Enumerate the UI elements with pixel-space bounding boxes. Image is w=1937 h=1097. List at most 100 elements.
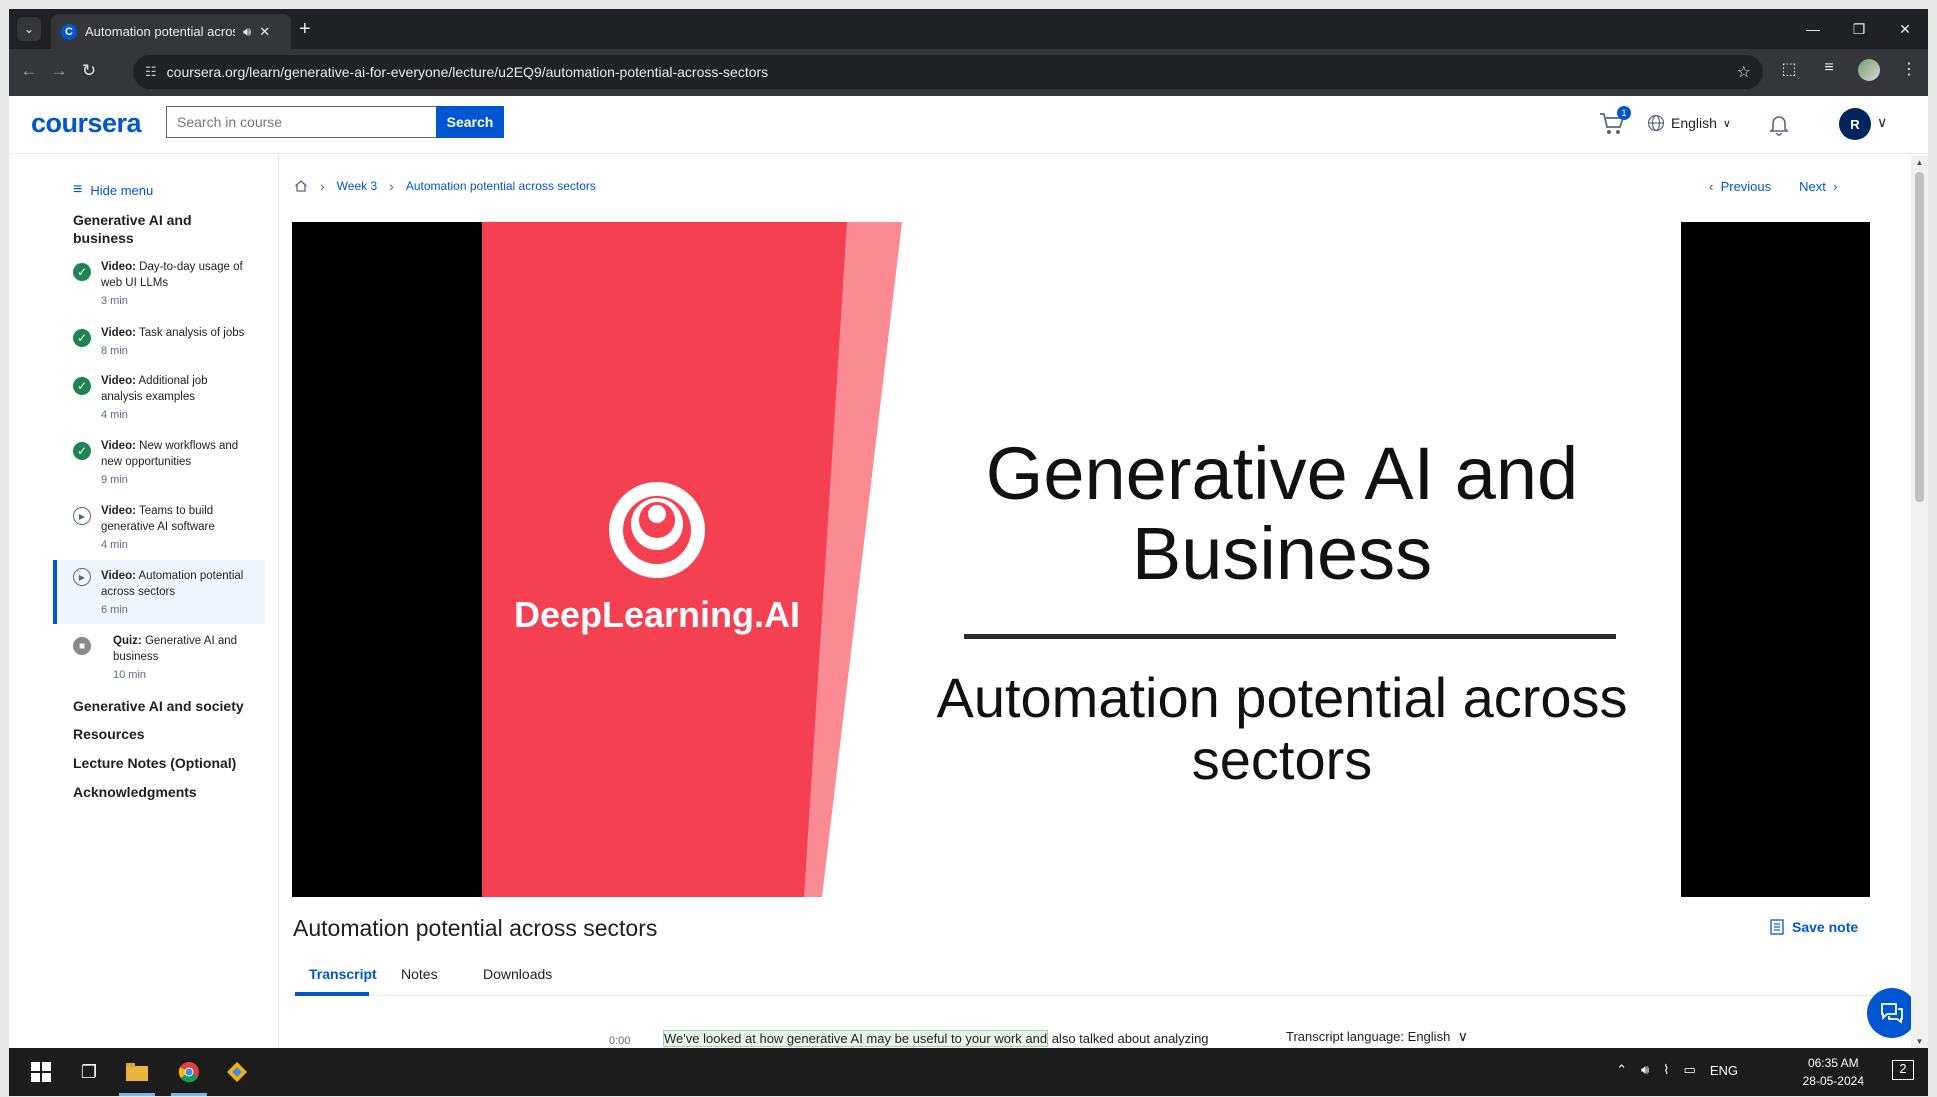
task-view-icon[interactable]: ❐ xyxy=(73,1056,105,1088)
browser-tab-active[interactable]: C Automation potential acros 🔊︎ ✕ xyxy=(51,14,291,49)
profile-avatar-icon[interactable] xyxy=(1858,59,1880,81)
pinned-app-icon[interactable] xyxy=(221,1056,253,1088)
scrollbar-thumb[interactable] xyxy=(1915,172,1924,502)
sidebar-item-day-to-day-usage[interactable]: ✓ Video: Day-to-day usage of web UI LLMs… xyxy=(53,259,265,311)
back-arrow-icon[interactable]: ← xyxy=(17,61,41,81)
chevron-down-icon: ∨ xyxy=(1453,1028,1469,1044)
coursera-favicon-icon: C xyxy=(61,23,77,40)
reload-icon[interactable]: ↻ xyxy=(77,61,101,81)
volume-icon[interactable]: 🔊︎ xyxy=(1641,1062,1649,1078)
save-note-button[interactable]: Save note xyxy=(1770,919,1858,935)
restore-icon[interactable]: ❐ xyxy=(1836,9,1882,49)
site-header: coursera Search 1 English ∨ R xyxy=(9,96,1928,154)
chat-assistant-button[interactable] xyxy=(1867,988,1917,1038)
completed-check-icon: ✓ xyxy=(73,263,91,281)
media-control-icon[interactable]: ≡ xyxy=(1818,59,1840,81)
list-item: Video: Additional job analysis examples 4… xyxy=(101,375,208,421)
list-item: Video: Day-to-day usage of web UI LLMs 3 … xyxy=(101,261,243,307)
course-sidebar: ≡ Hide menu Generative AI and business ✓… xyxy=(9,155,279,1048)
site-info-icon[interactable]: ☷ xyxy=(145,64,157,80)
sidebar-item-new-workflows[interactable]: ✓ Video: New workflows and new opportuni… xyxy=(53,438,265,490)
bookmark-star-icon[interactable]: ☆ xyxy=(1737,62,1751,82)
module-title[interactable]: Generative AI and business xyxy=(73,211,213,247)
module-resources[interactable]: Resources xyxy=(73,725,145,743)
battery-icon[interactable]: ▭ xyxy=(1684,1062,1696,1078)
scroll-up-icon[interactable]: ▲ xyxy=(1911,158,1928,167)
tab-downloads[interactable]: Downloads xyxy=(483,966,552,982)
speaker-icon[interactable]: 🔊︎ xyxy=(243,24,251,40)
sidebar-item-automation-potential[interactable]: ▶ Video: Automation potential across sec… xyxy=(53,560,265,624)
deeplearning-brand-text: DeepLearning.AI xyxy=(513,594,801,635)
completed-check-icon: ✓ xyxy=(73,377,91,395)
next-button[interactable]: Next › xyxy=(1799,179,1837,194)
play-circle-icon: ▶ xyxy=(73,507,91,525)
active-app-indicator xyxy=(171,1093,207,1096)
completed-check-icon: ✓ xyxy=(73,442,91,460)
sidebar-item-task-analysis[interactable]: ✓ Video: Task analysis of jobs 8 min xyxy=(53,325,265,361)
video-player[interactable]: DeepLearning.AI Generative AI and Busine… xyxy=(292,222,1870,897)
tab-strip: ⌄ C Automation potential acros 🔊︎ ✕ + — … xyxy=(9,9,1928,49)
completed-check-icon: ✓ xyxy=(73,329,91,347)
save-note-label: Save note xyxy=(1792,919,1859,935)
wifi-icon[interactable]: ⌇ xyxy=(1663,1062,1669,1078)
lecture-tabs: Transcript Notes Downloads xyxy=(293,956,1879,996)
breadcrumb-lecture[interactable]: Automation potential across sectors xyxy=(406,179,596,193)
transcript-timestamp[interactable]: 0:00 xyxy=(609,1035,630,1047)
browser-toolbar: ← → ↻ ☷ coursera.org/learn/generative-ai… xyxy=(9,49,1928,96)
module-acknowledgments[interactable]: Acknowledgments xyxy=(73,783,197,801)
chevron-down-icon: ∨ xyxy=(1722,117,1731,130)
minimize-icon[interactable]: — xyxy=(1790,9,1836,49)
globe-icon xyxy=(1647,114,1665,132)
transcript-language-label: Transcript language: xyxy=(1286,1029,1405,1044)
chrome-icon[interactable] xyxy=(173,1056,205,1088)
taskbar-clock[interactable]: 06:35 AM 28-05-2024 xyxy=(1803,1054,1864,1090)
kebab-menu-icon[interactable]: ⋮ xyxy=(1898,59,1920,81)
list-item: Video: Teams to build generative AI soft… xyxy=(101,505,215,551)
scroll-down-icon[interactable]: ▼ xyxy=(1911,1037,1928,1046)
new-tab-button[interactable]: + xyxy=(299,19,311,39)
address-bar[interactable]: ☷ coursera.org/learn/generative-ai-for-e… xyxy=(133,55,1763,89)
input-language[interactable]: ENG xyxy=(1710,1063,1738,1078)
coursera-logo[interactable]: coursera xyxy=(31,108,142,139)
system-tray: ⌃ 🔊︎ ⌇ ▭ ENG xyxy=(1616,1062,1738,1078)
home-icon[interactable] xyxy=(294,179,308,193)
search-button[interactable]: Search xyxy=(436,106,504,138)
transcript-line[interactable]: 0:00 We've looked at how generative AI m… xyxy=(609,1030,1209,1047)
play-circle-icon: ▶ xyxy=(73,568,91,586)
coursera-page: coursera Search 1 English ∨ R xyxy=(9,96,1928,1048)
user-avatar[interactable]: R xyxy=(1839,108,1871,140)
breadcrumb-week[interactable]: Week 3 xyxy=(337,179,377,193)
close-tab-icon[interactable]: ✕ xyxy=(259,24,270,40)
file-explorer-icon[interactable] xyxy=(121,1056,153,1088)
sidebar-item-additional-job-analysis[interactable]: ✓ Video: Additional job analysis example… xyxy=(53,373,265,425)
chevron-up-icon[interactable]: ⌃ xyxy=(1616,1062,1627,1078)
sidebar-item-quiz[interactable]: ■ Quiz: Generative AI and business 10 min xyxy=(53,633,265,685)
windows-start-icon[interactable] xyxy=(25,1056,57,1088)
active-tab-indicator xyxy=(295,992,369,996)
hide-menu-button[interactable]: ≡ Hide menu xyxy=(73,181,153,199)
previous-button[interactable]: ‹ Previous xyxy=(1709,179,1771,194)
module-generative-ai-and-society[interactable]: Generative AI and society xyxy=(73,697,244,715)
tab-notes[interactable]: Notes xyxy=(401,966,438,982)
module-lecture-notes[interactable]: Lecture Notes (Optional) xyxy=(73,754,236,772)
notifications-button[interactable] xyxy=(1767,112,1791,141)
notification-center-icon[interactable]: 2 xyxy=(1892,1060,1914,1080)
tab-transcript[interactable]: Transcript xyxy=(309,966,377,982)
sidebar-item-teams-to-build[interactable]: ▶ Video: Teams to build generative AI so… xyxy=(53,503,265,555)
tab-search-button[interactable]: ⌄ xyxy=(17,17,41,41)
cart-button[interactable]: 1 xyxy=(1597,106,1631,138)
deeplearning-logo-icon xyxy=(609,482,705,578)
chevron-down-icon[interactable]: ∨ xyxy=(1877,114,1887,131)
page-scrollbar[interactable]: ▲ ▼ xyxy=(1911,156,1928,1048)
tab-title: Automation potential acros xyxy=(85,24,235,39)
close-window-icon[interactable]: ✕ xyxy=(1882,9,1928,49)
breadcrumb: › Week 3 › Automation potential across s… xyxy=(294,178,596,194)
language-selector[interactable]: English ∨ xyxy=(1647,114,1731,132)
slide-subtitle: Automation potential across sectors xyxy=(936,666,1628,791)
course-search-input[interactable] xyxy=(166,106,436,138)
transcript-language-selector[interactable]: Transcript language: English ∨ xyxy=(1286,1028,1468,1045)
hamburger-icon: ≡ xyxy=(73,181,83,198)
clock-date: 28-05-2024 xyxy=(1802,1074,1864,1088)
forward-arrow-icon[interactable]: → xyxy=(47,61,71,81)
extensions-icon[interactable]: ⬚ xyxy=(1778,59,1800,81)
